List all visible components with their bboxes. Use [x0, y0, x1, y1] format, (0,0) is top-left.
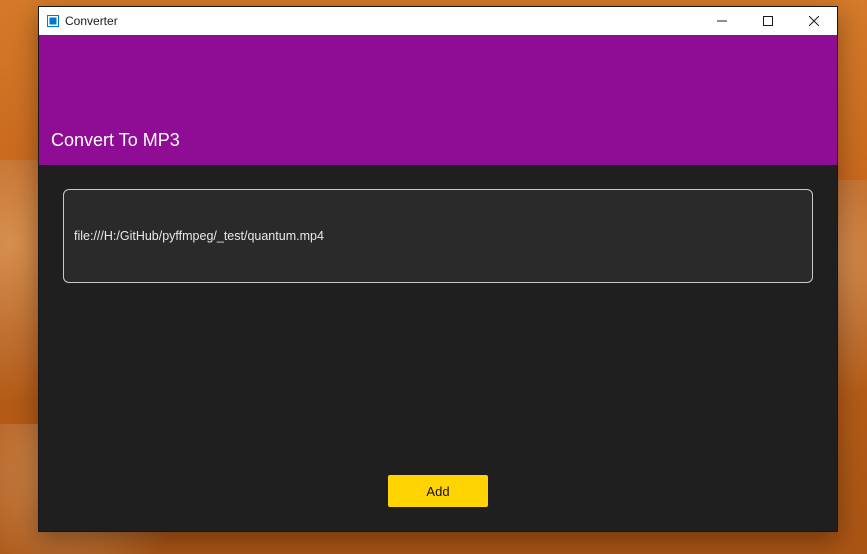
add-button[interactable]: Add [388, 475, 488, 507]
minimize-icon [717, 16, 727, 26]
app-icon [47, 15, 59, 27]
content-spacer [63, 283, 813, 469]
file-path-label: file:///H:/GitHub/pyffmpeg/_test/quantum… [74, 229, 324, 243]
header: Convert To MP3 [39, 35, 837, 165]
file-entry[interactable]: file:///H:/GitHub/pyffmpeg/_test/quantum… [63, 189, 813, 283]
maximize-button[interactable] [745, 7, 791, 35]
minimize-button[interactable] [699, 7, 745, 35]
window-title: Converter [65, 14, 118, 28]
app-window: Converter Convert To MP3 file:///H:/GitH… [38, 6, 838, 532]
footer: Add [63, 469, 813, 519]
page-title: Convert To MP3 [51, 130, 180, 151]
close-icon [809, 16, 819, 26]
titlebar[interactable]: Converter [39, 7, 837, 35]
close-button[interactable] [791, 7, 837, 35]
maximize-icon [763, 16, 773, 26]
content-area: file:///H:/GitHub/pyffmpeg/_test/quantum… [39, 165, 837, 531]
